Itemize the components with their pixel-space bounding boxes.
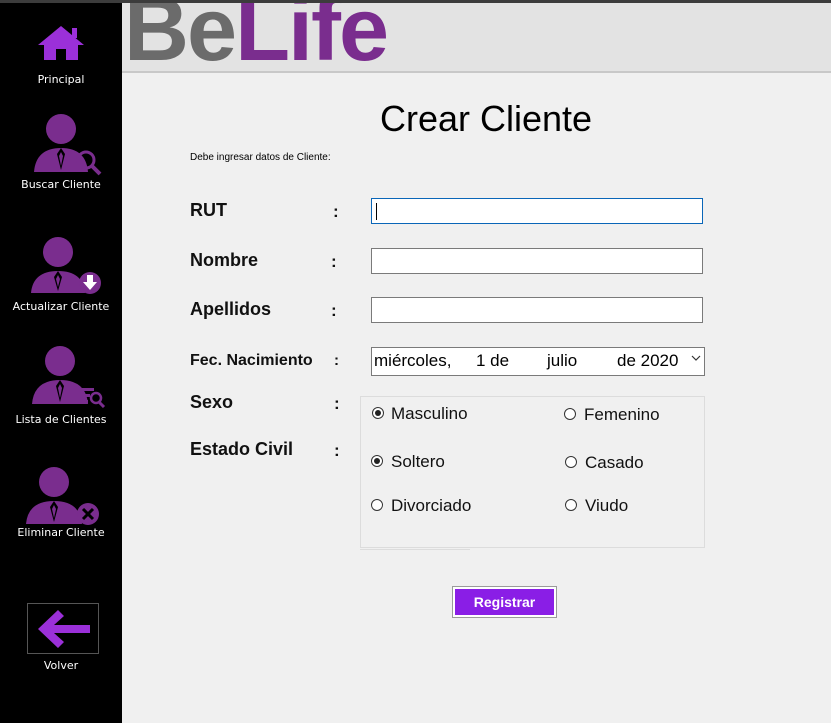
sidebar-item-label: Principal bbox=[37, 73, 85, 86]
divorciado-label[interactable]: Divorciado bbox=[391, 496, 471, 516]
user-delete-icon bbox=[26, 467, 99, 525]
text-caret bbox=[376, 203, 377, 220]
header-banner: BeLife bbox=[122, 3, 831, 73]
sidebar-item-actualizar-cliente[interactable]: Actualizar Cliente bbox=[0, 228, 122, 323]
soltero-label[interactable]: Soltero bbox=[391, 452, 445, 472]
soltero-radio[interactable] bbox=[371, 455, 383, 467]
sidebar-item-label: Buscar Cliente bbox=[21, 178, 101, 191]
viudo-label[interactable]: Viudo bbox=[585, 496, 628, 516]
rut-input[interactable] bbox=[371, 198, 703, 224]
estado-civil-colon: : bbox=[334, 441, 340, 460]
date-day: 1 de bbox=[476, 351, 510, 370]
user-search-icon bbox=[34, 114, 102, 176]
fecha-nacimiento-picker[interactable]: miércoles, 1 de julio de 2020 bbox=[371, 347, 705, 376]
masculino-label[interactable]: Masculino bbox=[391, 404, 468, 424]
page-title: Crear Cliente bbox=[380, 98, 593, 139]
belife-logo: BeLife bbox=[124, 3, 389, 73]
nombre-colon: : bbox=[331, 252, 337, 271]
apellidos-colon: : bbox=[331, 301, 337, 320]
back-button-frame bbox=[27, 603, 99, 654]
sidebar-item-label: Lista de Clientes bbox=[15, 413, 107, 426]
fecha-colon: : bbox=[334, 352, 339, 369]
sidebar-item-principal[interactable]: Principal bbox=[0, 3, 122, 93]
estado-civil-label: Estado Civil bbox=[190, 439, 294, 459]
nombre-label: Nombre bbox=[190, 250, 259, 270]
home-icon bbox=[38, 26, 84, 60]
date-year: de 2020 bbox=[617, 351, 679, 370]
femenino-label[interactable]: Femenino bbox=[584, 405, 660, 425]
sidebar-item-eliminar-cliente[interactable]: Eliminar Cliente bbox=[0, 458, 122, 553]
date-weekday: miércoles, bbox=[374, 351, 452, 370]
masculino-radio[interactable] bbox=[372, 407, 384, 419]
divorciado-radio[interactable] bbox=[371, 499, 383, 511]
radio-group-divider bbox=[360, 549, 470, 550]
apellidos-input[interactable] bbox=[371, 297, 703, 323]
chevron-down-icon[interactable] bbox=[691, 354, 701, 362]
date-month: julio bbox=[547, 351, 578, 370]
sidebar-item-buscar-cliente[interactable]: Buscar Cliente bbox=[0, 103, 122, 198]
form-instructions: Debe ingresar datos de Cliente: bbox=[190, 152, 331, 163]
femenino-radio[interactable] bbox=[564, 408, 576, 420]
sidebar-item-volver[interactable]: Volver bbox=[0, 601, 122, 679]
user-update-icon bbox=[31, 237, 101, 294]
back-arrow-icon bbox=[38, 610, 90, 648]
apellidos-label: Apellidos bbox=[190, 299, 272, 319]
fecha-nacimiento-label: Fec. Nacimiento bbox=[190, 352, 313, 369]
viudo-radio[interactable] bbox=[565, 499, 577, 511]
casado-radio[interactable] bbox=[565, 456, 577, 468]
sidebar-item-label: Actualizar Cliente bbox=[12, 300, 110, 313]
nombre-input[interactable] bbox=[371, 248, 703, 274]
register-button[interactable]: Registrar bbox=[455, 589, 554, 615]
rut-colon: : bbox=[333, 202, 339, 221]
rut-label: RUT bbox=[190, 200, 227, 220]
sidebar-item-label: Volver bbox=[43, 659, 79, 672]
user-list-icon bbox=[32, 346, 106, 408]
casado-label[interactable]: Casado bbox=[585, 453, 644, 473]
sexo-label: Sexo bbox=[190, 392, 234, 412]
sidebar-item-lista-clientes[interactable]: Lista de Clientes bbox=[0, 341, 122, 436]
sidebar: Principal Buscar Cliente Actualizar Clie… bbox=[0, 3, 122, 723]
sidebar-item-label: Eliminar Cliente bbox=[17, 526, 105, 539]
sexo-colon: : bbox=[334, 394, 340, 413]
